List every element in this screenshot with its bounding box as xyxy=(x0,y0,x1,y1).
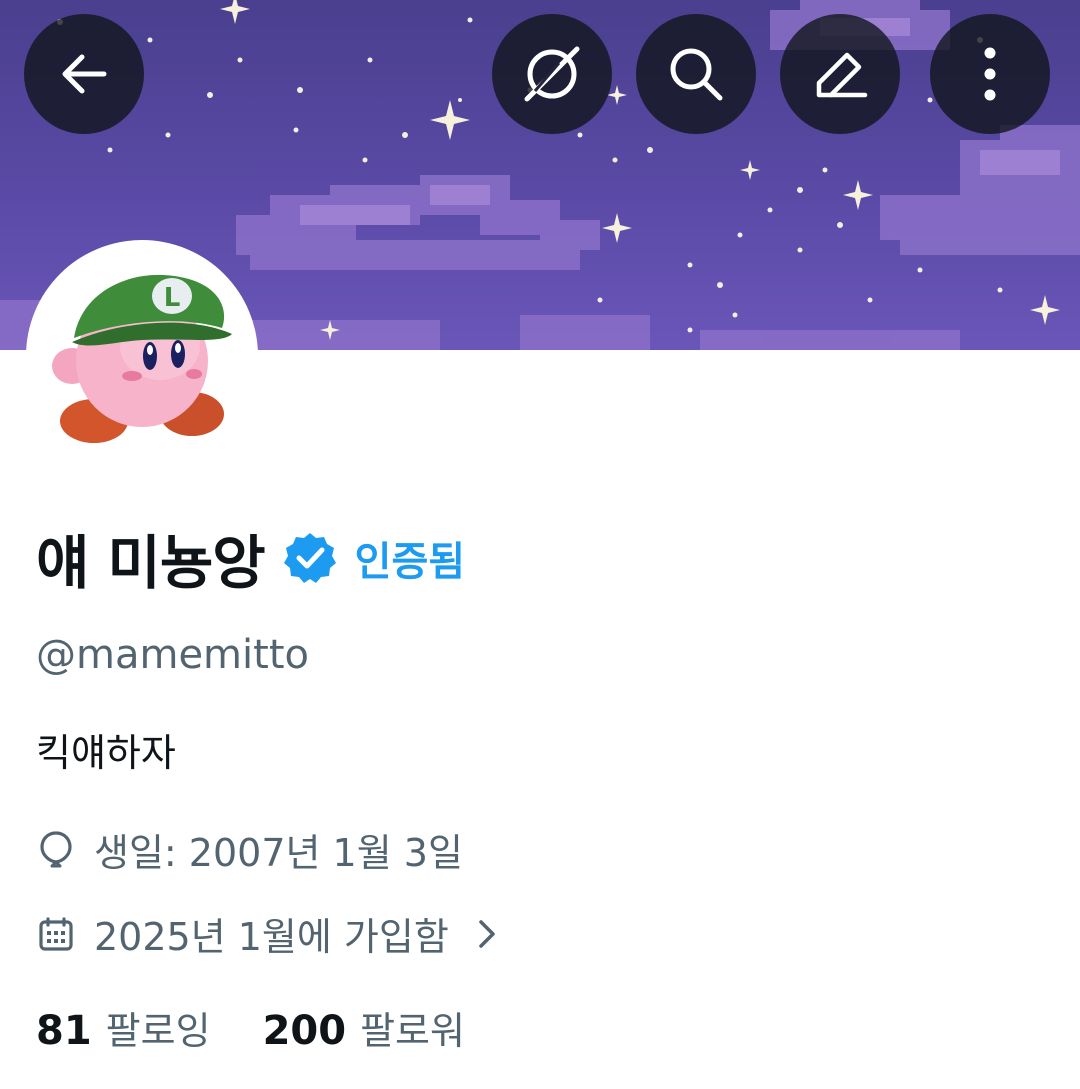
verified-badge-icon[interactable] xyxy=(283,531,337,585)
profile-name-row: 얘 미뇽앙 인증됨 xyxy=(36,520,465,597)
verified-label[interactable]: 인증됨 xyxy=(355,529,465,587)
birthday-text: 생일: 2007년 1월 3일 xyxy=(94,831,463,875)
avatar-image: L xyxy=(32,246,252,466)
username-handle: @mamemitto xyxy=(36,632,309,678)
joined-date-text: 2025년 1월에 가입함 xyxy=(94,915,449,959)
more-vertical-icon xyxy=(984,47,996,101)
following-count: 81 xyxy=(36,1008,92,1054)
grok-icon xyxy=(524,46,580,102)
following-label: 팔로잉 xyxy=(105,1009,211,1053)
follow-stats: 81 팔로잉 200 팔로워 xyxy=(36,1000,465,1055)
birthday-row: 생일: 2007년 1월 3일 xyxy=(36,822,463,877)
more-options-button[interactable] xyxy=(930,14,1050,134)
pencil-icon xyxy=(816,52,868,98)
display-name: 얘 미뇽앙 xyxy=(36,529,266,597)
search-icon xyxy=(670,48,723,101)
kirby-luigi-hat-image: L xyxy=(52,274,232,443)
search-button[interactable] xyxy=(636,14,756,134)
svg-text:L: L xyxy=(164,283,181,313)
joined-date-row[interactable]: 2025년 1월에 가입함 xyxy=(36,906,507,961)
followers-count: 200 xyxy=(262,1008,347,1054)
followers-stat[interactable]: 200 팔로워 xyxy=(263,1000,465,1055)
back-button[interactable] xyxy=(24,14,144,134)
back-arrow-icon xyxy=(62,54,107,94)
edit-button[interactable] xyxy=(780,14,900,134)
avatar[interactable]: L xyxy=(26,240,258,472)
following-stat[interactable]: 81 팔로잉 xyxy=(36,1000,211,1055)
followers-label: 팔로워 xyxy=(360,1009,465,1053)
calendar-icon xyxy=(36,914,76,954)
grok-button[interactable] xyxy=(492,14,612,134)
chevron-right-icon xyxy=(467,914,507,954)
profile-bio: 킥얘하자 xyxy=(36,731,176,775)
balloon-icon xyxy=(36,830,76,870)
